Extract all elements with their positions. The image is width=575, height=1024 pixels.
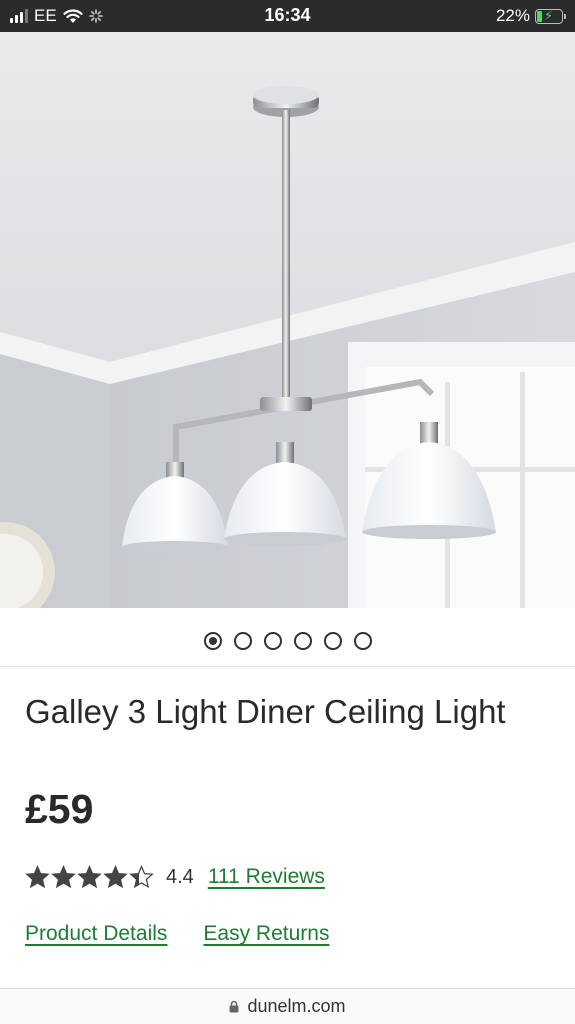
product-title: Galley 3 Light Diner Ceiling Light (25, 693, 506, 730)
carousel-dot[interactable] (323, 632, 342, 650)
easy-returns-link[interactable]: Easy Returns (203, 922, 329, 946)
carousel-dots (0, 632, 575, 650)
carousel-dot[interactable] (233, 632, 252, 650)
status-time: 16:34 (264, 5, 311, 25)
divider (0, 666, 575, 667)
product-price: £59 (25, 786, 94, 832)
carousel-dot[interactable] (353, 632, 372, 650)
star-full-icon (77, 865, 102, 889)
rating-row: 4.4 111 Reviews (25, 862, 325, 892)
carousel-dot[interactable] (293, 632, 312, 650)
lock-icon (229, 1000, 239, 1013)
carousel-dot[interactable] (203, 632, 222, 650)
rating-stars (25, 865, 154, 889)
star-full-icon (51, 865, 76, 889)
battery-percent: 22% (495, 6, 530, 25)
status-bar: EE 16:34 22% ⚡ (0, 0, 575, 32)
star-full-icon (103, 865, 128, 889)
charging-bolt-icon: ⚡ (544, 7, 554, 23)
product-links: Product Details Easy Returns (25, 922, 329, 946)
star-partial-icon (129, 865, 154, 889)
carousel-dot[interactable] (263, 632, 282, 650)
browser-url-bar[interactable]: dunelm.com (0, 988, 575, 1024)
ceiling-light-photo (0, 32, 575, 608)
product-details-link[interactable]: Product Details (25, 922, 167, 946)
reviews-link[interactable]: 111 Reviews (208, 865, 325, 889)
star-full-icon (25, 865, 50, 889)
url-text: dunelm.com (247, 996, 346, 1016)
battery-icon: ⚡ (535, 7, 566, 24)
product-image[interactable] (0, 32, 575, 608)
status-right: 22% ⚡ (495, 6, 566, 26)
rating-value: 4.4 (166, 865, 194, 888)
